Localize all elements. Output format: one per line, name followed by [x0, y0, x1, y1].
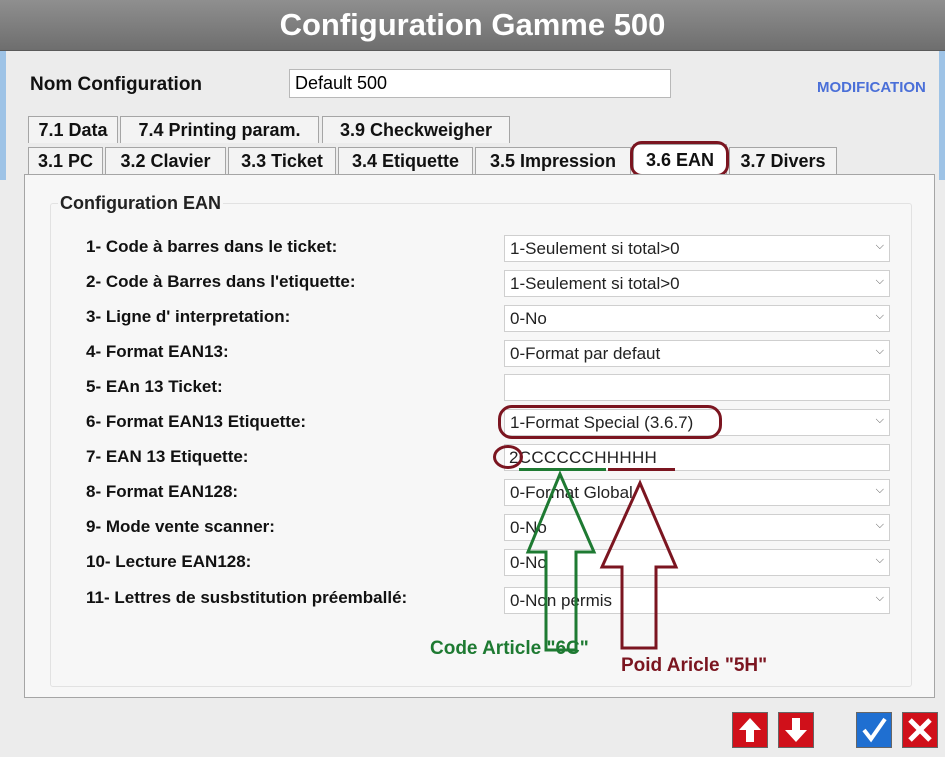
- move-up-button[interactable]: [732, 712, 768, 748]
- maroon-up-arrow-icon: [599, 479, 679, 650]
- check-icon: [862, 717, 887, 743]
- up-arrow-icon: [739, 718, 761, 742]
- weight-annotation: Poid Aricle "5H": [621, 655, 768, 676]
- move-down-button[interactable]: [778, 712, 814, 748]
- down-arrow-icon: [785, 718, 807, 742]
- confirm-button[interactable]: [856, 712, 892, 748]
- green-up-arrow-icon: [525, 470, 597, 652]
- cancel-button[interactable]: [902, 712, 938, 748]
- code-article-annotation: Code Article "6C": [430, 638, 589, 659]
- close-icon: [908, 718, 932, 742]
